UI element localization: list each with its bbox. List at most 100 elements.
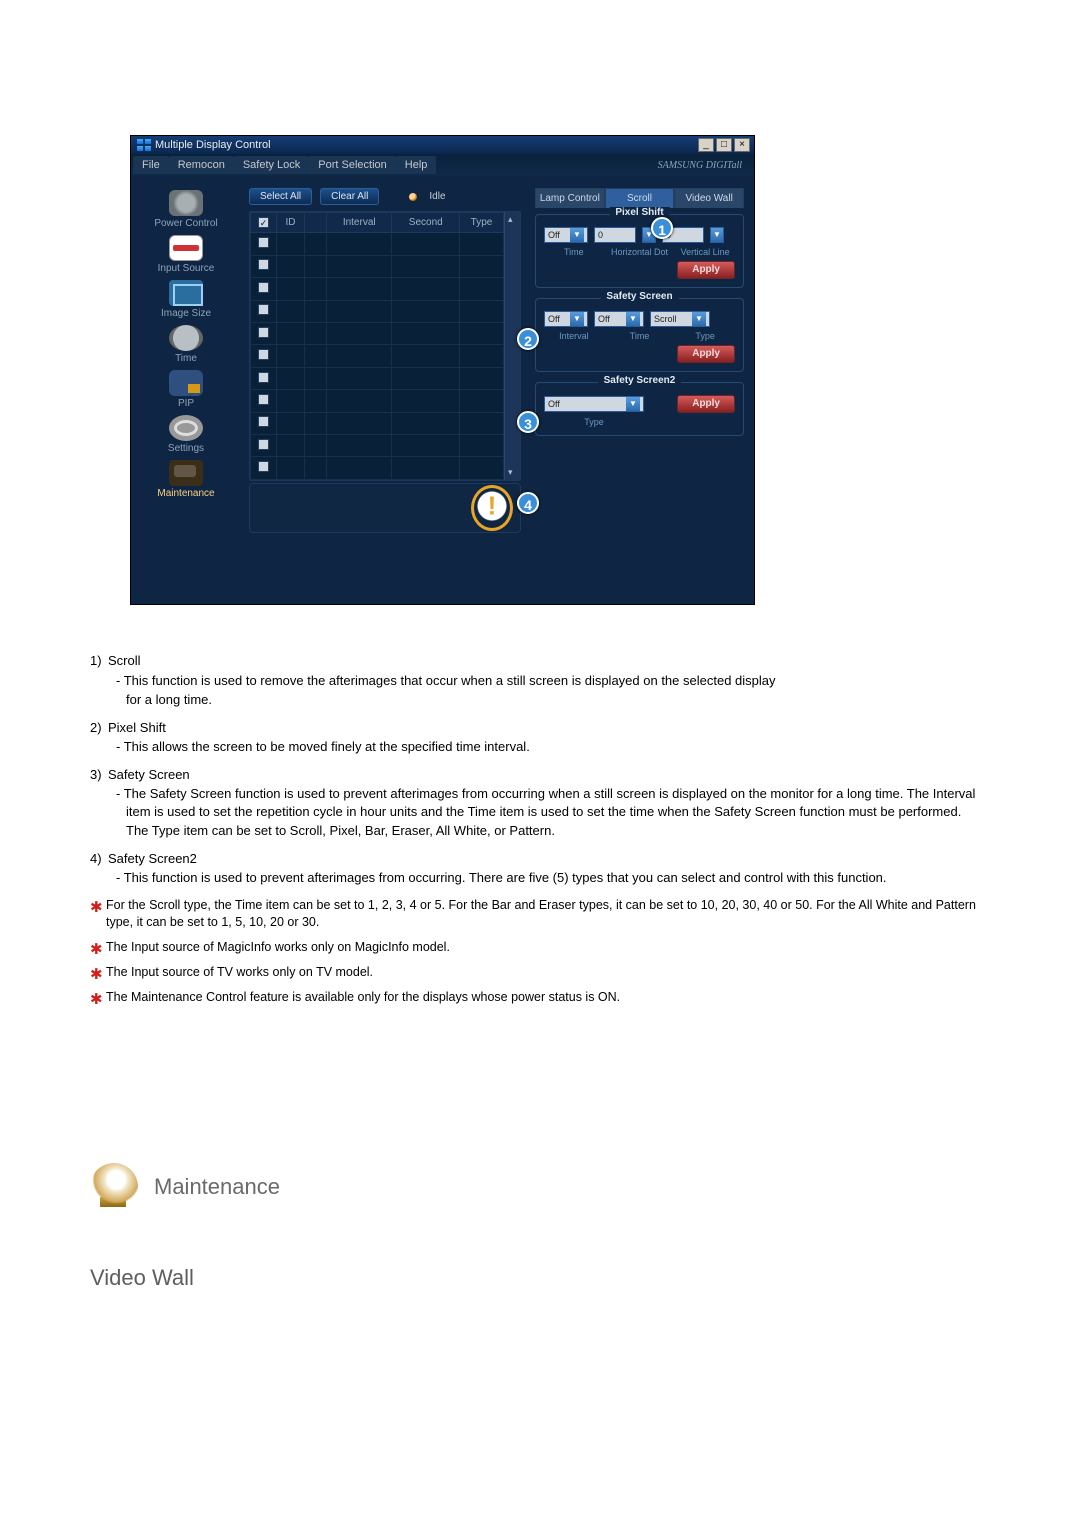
maximize-button[interactable]: □ (716, 138, 732, 152)
tab-video-wall[interactable]: Video Wall (674, 188, 744, 208)
safety-interval-select[interactable]: Off▼ (544, 311, 588, 327)
pixel-shift-vline-label: Vertical Line (675, 247, 735, 257)
document-body: 1)Scroll - This function is used to remo… (90, 652, 980, 1005)
image-size-icon (169, 280, 203, 306)
info-bar (249, 483, 521, 533)
grid-row[interactable] (251, 457, 504, 480)
grid-row[interactable] (251, 323, 504, 345)
right-tabs: Lamp Control Scroll Video Wall (535, 188, 744, 208)
section-subheading: Video Wall (90, 1265, 194, 1291)
grid-row[interactable] (251, 412, 504, 434)
brand-label: SAMSUNG DIGITall (658, 160, 742, 171)
safety-time-label: Time (610, 331, 670, 341)
pixel-shift-apply-button[interactable]: Apply (677, 261, 735, 279)
clear-all-button[interactable]: Clear All (320, 188, 379, 205)
grid-header-row: ID Interval Second Type (251, 213, 504, 233)
menubar: File Remocon Safety Lock Port Selection … (131, 154, 754, 176)
close-button[interactable]: × (734, 138, 750, 152)
sidebar-item-input-source[interactable]: Input Source (137, 235, 235, 274)
tab-lamp-control[interactable]: Lamp Control (535, 188, 605, 208)
window-buttons: _ □ × (698, 138, 750, 152)
annotation-badge-3: 3 (517, 411, 539, 433)
pixel-shift-hdot-input[interactable]: 0 (594, 227, 636, 243)
grid-header-interval[interactable]: Interval (327, 213, 392, 233)
grid-header-type[interactable]: Type (460, 213, 504, 233)
sidebar-item-image-size[interactable]: Image Size (137, 280, 235, 319)
gear-icon (169, 415, 203, 441)
safety2-type-select[interactable]: Off▼ (544, 396, 644, 412)
maintenance-icon (169, 460, 203, 486)
sidebar-item-label: Image Size (161, 308, 211, 319)
sidebar-item-pip[interactable]: PIP (137, 370, 235, 409)
section-heading: Maintenance (154, 1174, 280, 1200)
sidebar-item-settings[interactable]: Settings (137, 415, 235, 454)
sidebar-item-label: Power Control (154, 218, 217, 229)
pixel-shift-hdot-label: Horizontal Dot (610, 247, 670, 257)
note-4: The Maintenance Control feature is avail… (90, 989, 980, 1006)
menu-remocon[interactable]: Remocon (169, 156, 234, 174)
section-header: Maintenance (90, 1163, 280, 1211)
menu-port-selection[interactable]: Port Selection (309, 156, 395, 174)
grid-row[interactable] (251, 345, 504, 367)
annotation-badge-1: 1 (651, 217, 673, 239)
grid-scrollbar[interactable] (504, 212, 520, 480)
sidebar-item-time[interactable]: Time (137, 325, 235, 364)
titlebar: Multiple Display Control _ □ × (131, 136, 754, 154)
warning-icon (474, 488, 510, 528)
doc-item-3: 3)Safety Screen - The Safety Screen func… (90, 766, 980, 840)
window-title: Multiple Display Control (155, 139, 271, 151)
safety-time-select[interactable]: Off▼ (594, 311, 644, 327)
power-icon (169, 190, 203, 216)
group-legend: Safety Screen (600, 291, 678, 302)
sidebar-item-power-control[interactable]: Power Control (137, 190, 235, 229)
note-2: The Input source of MagicInfo works only… (90, 939, 980, 956)
sidebar-item-label: Settings (168, 443, 204, 454)
workspace: Power Control Input Source Image Size Ti… (131, 176, 754, 604)
safety-apply-button[interactable]: Apply (677, 345, 735, 363)
grid-row[interactable] (251, 300, 504, 322)
grid-row[interactable] (251, 435, 504, 457)
group-safety-screen2: Safety Screen2 Off▼ Apply Type (535, 382, 744, 436)
app-window: Multiple Display Control _ □ × File Remo… (130, 135, 755, 605)
grid-row[interactable] (251, 233, 504, 255)
grid-header-second[interactable]: Second (392, 213, 460, 233)
annotation-badge-2: 2 (517, 328, 539, 350)
safety2-type-label: Type (544, 417, 644, 427)
menu-file[interactable]: File (133, 156, 169, 174)
pixel-shift-vline-arrow[interactable]: ▼ (710, 227, 724, 243)
select-all-button[interactable]: Select All (249, 188, 312, 205)
tab-scroll[interactable]: Scroll (605, 188, 675, 208)
right-panel: Lamp Control Scroll Video Wall Pixel Shi… (529, 176, 754, 604)
sidebar-item-label: PIP (178, 398, 194, 409)
pixel-shift-time-select[interactable]: Off▼ (544, 227, 588, 243)
menu-help[interactable]: Help (396, 156, 437, 174)
safety2-apply-button[interactable]: Apply (677, 395, 735, 413)
group-pixel-shift: Pixel Shift Off▼ 0 ▼ 0 ▼ Time Horizontal… (535, 214, 744, 288)
safety-type-select[interactable]: Scroll▼ (650, 311, 710, 327)
center-pane: Select All Clear All Idle ID Interval Se… (241, 176, 529, 604)
grid-header-check[interactable] (251, 213, 277, 233)
grid-row[interactable] (251, 255, 504, 277)
idle-indicator-icon (409, 193, 417, 201)
sidebar-item-maintenance[interactable]: Maintenance (137, 460, 235, 499)
annotation-badge-4: 4 (517, 492, 539, 514)
chevron-down-icon: ▼ (626, 397, 640, 411)
minimize-button[interactable]: _ (698, 138, 714, 152)
doc-item-2: 2)Pixel Shift - This allows the screen t… (90, 719, 980, 756)
group-legend: Safety Screen2 (598, 375, 682, 386)
safety-type-label: Type (675, 331, 735, 341)
chevron-down-icon: ▼ (692, 312, 706, 326)
grid-header-status[interactable] (305, 213, 327, 233)
grid-row[interactable] (251, 278, 504, 300)
clock-icon (169, 325, 203, 351)
grid-row[interactable] (251, 367, 504, 389)
lamp-icon (90, 1163, 138, 1211)
pixel-shift-time-label: Time (544, 247, 604, 257)
chevron-down-icon: ▼ (711, 228, 723, 242)
grid-row[interactable] (251, 390, 504, 412)
group-safety-screen: Safety Screen Off▼ Off▼ Scroll▼ Interval… (535, 298, 744, 372)
menu-safety-lock[interactable]: Safety Lock (234, 156, 309, 174)
sidebar-item-label: Time (175, 353, 197, 364)
grid-header-id[interactable]: ID (277, 213, 305, 233)
sidebar-item-label: Maintenance (157, 488, 214, 499)
